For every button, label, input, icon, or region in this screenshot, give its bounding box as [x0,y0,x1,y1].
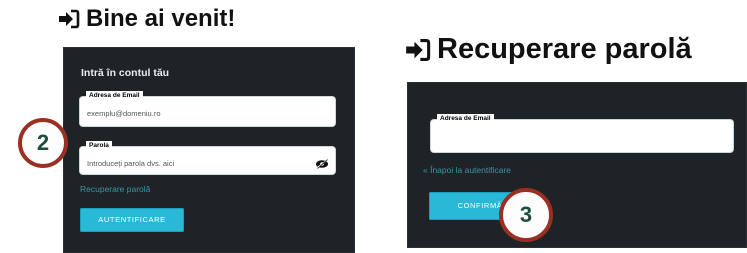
recover-password-link[interactable]: Recuperare parolă [80,184,150,194]
recovery-panel: Adresa de Email « Înapoi la autentificar… [407,82,747,248]
sign-in-icon [405,38,431,62]
welcome-heading: Bine ai venit! [58,5,235,33]
step-marker-2: 2 [18,118,68,168]
email-input[interactable] [87,109,308,118]
login-panel-title: Intră în contul tău [81,67,170,79]
password-field: Parola [80,141,335,174]
recovery-heading: Recuperare parolă [405,33,692,66]
step-marker-3: 3 [499,188,553,242]
recovery-heading-text: Recuperare parolă [437,33,692,65]
recovery-email-field: Adresa de Email [431,114,733,152]
password-field-label: Parola [86,141,112,151]
back-to-login-link[interactable]: « Înapoi la autentificare [423,165,511,175]
email-field-label: Adresa de Email [86,91,143,101]
welcome-heading-text: Bine ai venit! [86,5,236,32]
email-field: Adresa de Email [80,91,335,126]
password-input[interactable] [87,159,308,168]
sign-in-icon [58,9,80,29]
login-panel: Intră în contul tău Adresa de Email Paro… [63,47,355,253]
login-button[interactable]: AUTENTIFICARE [80,208,184,232]
recovery-email-input[interactable] [438,132,706,141]
eye-slash-icon[interactable] [315,156,329,169]
recovery-email-label: Adresa de Email [437,114,494,124]
